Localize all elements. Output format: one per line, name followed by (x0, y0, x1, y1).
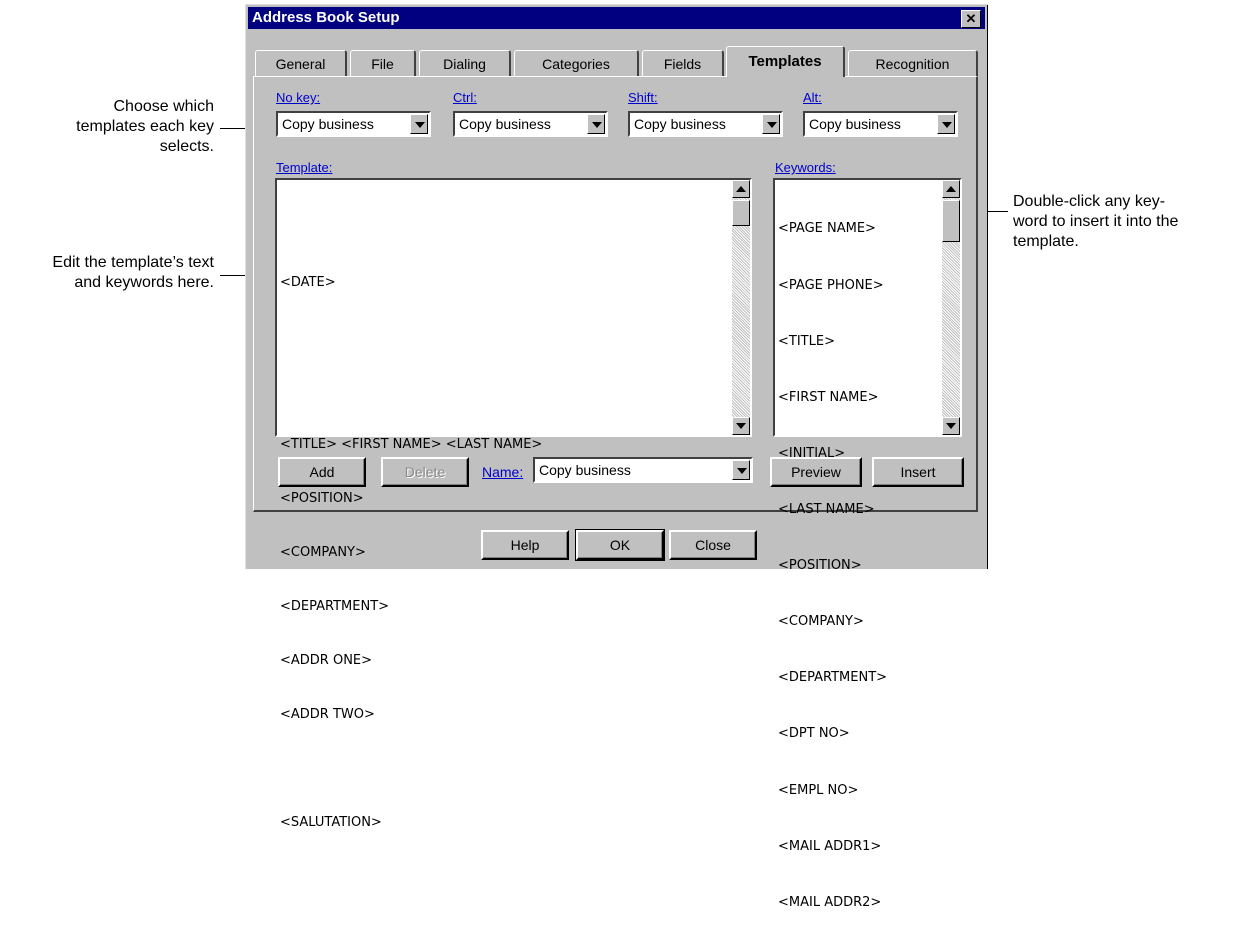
tab-dialing[interactable]: Dialing (419, 50, 511, 76)
no-key-template-select[interactable]: Copy business (276, 111, 431, 137)
ctrl-template-select[interactable]: Copy business (453, 111, 608, 137)
scroll-down-arrow-icon[interactable] (732, 417, 750, 435)
list-item[interactable]: <PAGE PHONE> (778, 277, 887, 296)
callout-choose-templates: Choose which templates each key selects. (76, 98, 214, 155)
list-item[interactable]: <PAGE NAME> (778, 220, 887, 239)
add-button[interactable]: Add (278, 457, 366, 487)
chevron-down-icon[interactable] (410, 114, 428, 134)
scroll-up-arrow-icon[interactable] (942, 180, 960, 198)
alt-label: Alt: (803, 90, 822, 105)
title-bar: Address Book Setup ✕ (248, 7, 985, 29)
chevron-down-icon[interactable] (937, 114, 955, 134)
chevron-down-icon[interactable] (732, 460, 750, 480)
insert-button[interactable]: Insert (872, 457, 964, 487)
tab-recognition[interactable]: Recognition (848, 50, 978, 76)
callout-edit-template: Edit the template’s text and keywords he… (52, 254, 214, 291)
template-label: Template: (276, 160, 333, 175)
keywords-label: Keywords: (775, 160, 836, 175)
alt-template-select[interactable]: Copy business (803, 111, 958, 137)
preview-button[interactable]: Preview (770, 457, 862, 487)
ok-button[interactable]: OK (575, 529, 665, 561)
tab-templates[interactable]: Templates (726, 46, 845, 77)
list-item[interactable]: <FIRST NAME> (778, 389, 887, 408)
name-label: Name: (482, 464, 524, 480)
shift-template-select[interactable]: Copy business (628, 111, 783, 137)
list-item[interactable]: <MAIL ADDR2> (778, 894, 887, 913)
tab-categories[interactable]: Categories (514, 50, 639, 76)
chevron-down-icon[interactable] (762, 114, 780, 134)
address-book-setup-dialog: Address Book Setup ✕ General File Dialin… (245, 4, 988, 910)
keywords-items: <PAGE NAME> <PAGE PHONE> <TITLE> <FIRST … (778, 183, 887, 950)
delete-button[interactable]: Delete (381, 457, 469, 487)
list-item[interactable]: <TITLE> (778, 333, 887, 352)
scroll-down-arrow-icon[interactable] (942, 417, 960, 435)
keywords-scrollbar[interactable] (942, 180, 960, 435)
list-item[interactable]: <LAST NAME> (778, 501, 887, 520)
shift-label: Shift: (628, 90, 658, 105)
no-key-label: No key: (276, 90, 321, 105)
tab-general[interactable]: General (255, 50, 347, 76)
list-item[interactable]: <MAIL ADDR1> (778, 838, 887, 857)
list-item[interactable]: <DEPARTMENT> (778, 669, 887, 688)
chevron-down-icon[interactable] (587, 114, 605, 134)
scroll-thumb[interactable] (942, 200, 960, 242)
scroll-up-arrow-icon[interactable] (732, 180, 750, 198)
help-button[interactable]: Help (481, 530, 569, 560)
keywords-list[interactable]: <PAGE NAME> <PAGE PHONE> <TITLE> <FIRST … (773, 178, 962, 910)
list-item[interactable]: <POSITION> (778, 557, 887, 576)
ctrl-label: Ctrl: (453, 90, 477, 105)
close-icon[interactable]: ✕ (961, 10, 981, 28)
list-item[interactable]: <COMPANY> (778, 613, 887, 632)
tab-fields[interactable]: Fields (642, 50, 724, 76)
tab-file[interactable]: File (350, 50, 416, 76)
callout-keywords: Double-click any key- word to insert it … (1013, 193, 1179, 250)
template-scrollbar[interactable] (732, 180, 750, 435)
template-editor[interactable]: <DATE> <TITLE> <FIRST NAME> <LAST NAME> … (275, 178, 752, 830)
template-name-select[interactable]: Copy business (533, 457, 753, 483)
list-item[interactable]: <EMPL NO> (778, 782, 887, 801)
close-button[interactable]: Close (669, 530, 757, 560)
template-text[interactable]: <DATE> <TITLE> <FIRST NAME> <LAST NAME> … (280, 184, 542, 868)
scroll-thumb[interactable] (732, 200, 750, 226)
dialog-title: Address Book Setup (252, 9, 400, 26)
list-item[interactable]: <DPT NO> (778, 725, 887, 744)
